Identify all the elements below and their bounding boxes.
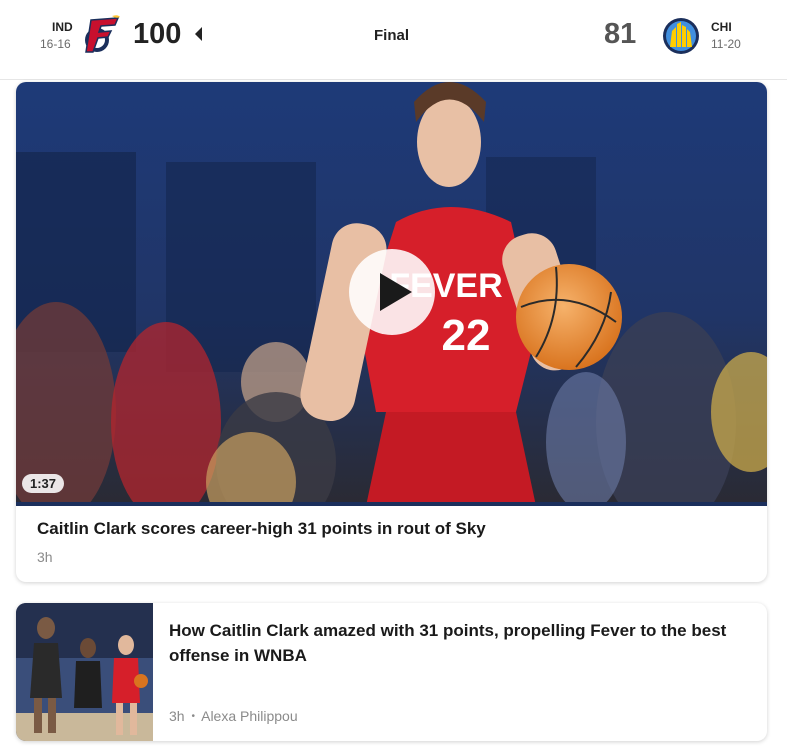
article-meta: 3h • Alexa Philippou (169, 708, 298, 724)
home-team-abbr: IND (52, 20, 73, 34)
video-duration-badge: 1:37 (22, 474, 65, 493)
winner-indicator-icon (195, 27, 202, 41)
article-card[interactable]: How Caitlin Clark amazed with 31 points,… (16, 603, 767, 741)
chicago-sky-logo-icon[interactable] (662, 17, 700, 55)
away-team-record: 11-20 (711, 37, 741, 51)
home-team-score: 100 (133, 18, 182, 50)
game-scoreboard[interactable]: IND 16-16 100 Final 81 CHI 11-20 (0, 0, 787, 80)
featured-video-headline[interactable]: Caitlin Clark scores career-high 31 poin… (37, 516, 486, 541)
article-author[interactable]: Alexa Philippou (201, 708, 298, 724)
video-progress-bar (16, 502, 767, 506)
featured-video-card[interactable]: FEVER 22 1:37 Caitlin Clark scores caree… (16, 82, 767, 582)
featured-video-timestamp: 3h (37, 549, 53, 565)
article-timestamp: 3h (169, 708, 185, 724)
away-team-abbr: CHI (711, 20, 732, 34)
article-thumbnail-image (16, 603, 153, 741)
indiana-fever-logo-icon[interactable] (82, 14, 122, 56)
home-team-record: 16-16 (40, 37, 71, 51)
svg-text:22: 22 (442, 311, 491, 360)
article-headline[interactable]: How Caitlin Clark amazed with 31 points,… (169, 618, 754, 668)
away-team-score: 81 (604, 18, 637, 50)
meta-separator: • (191, 711, 195, 722)
game-status: Final (374, 27, 410, 44)
play-icon[interactable] (349, 249, 435, 335)
